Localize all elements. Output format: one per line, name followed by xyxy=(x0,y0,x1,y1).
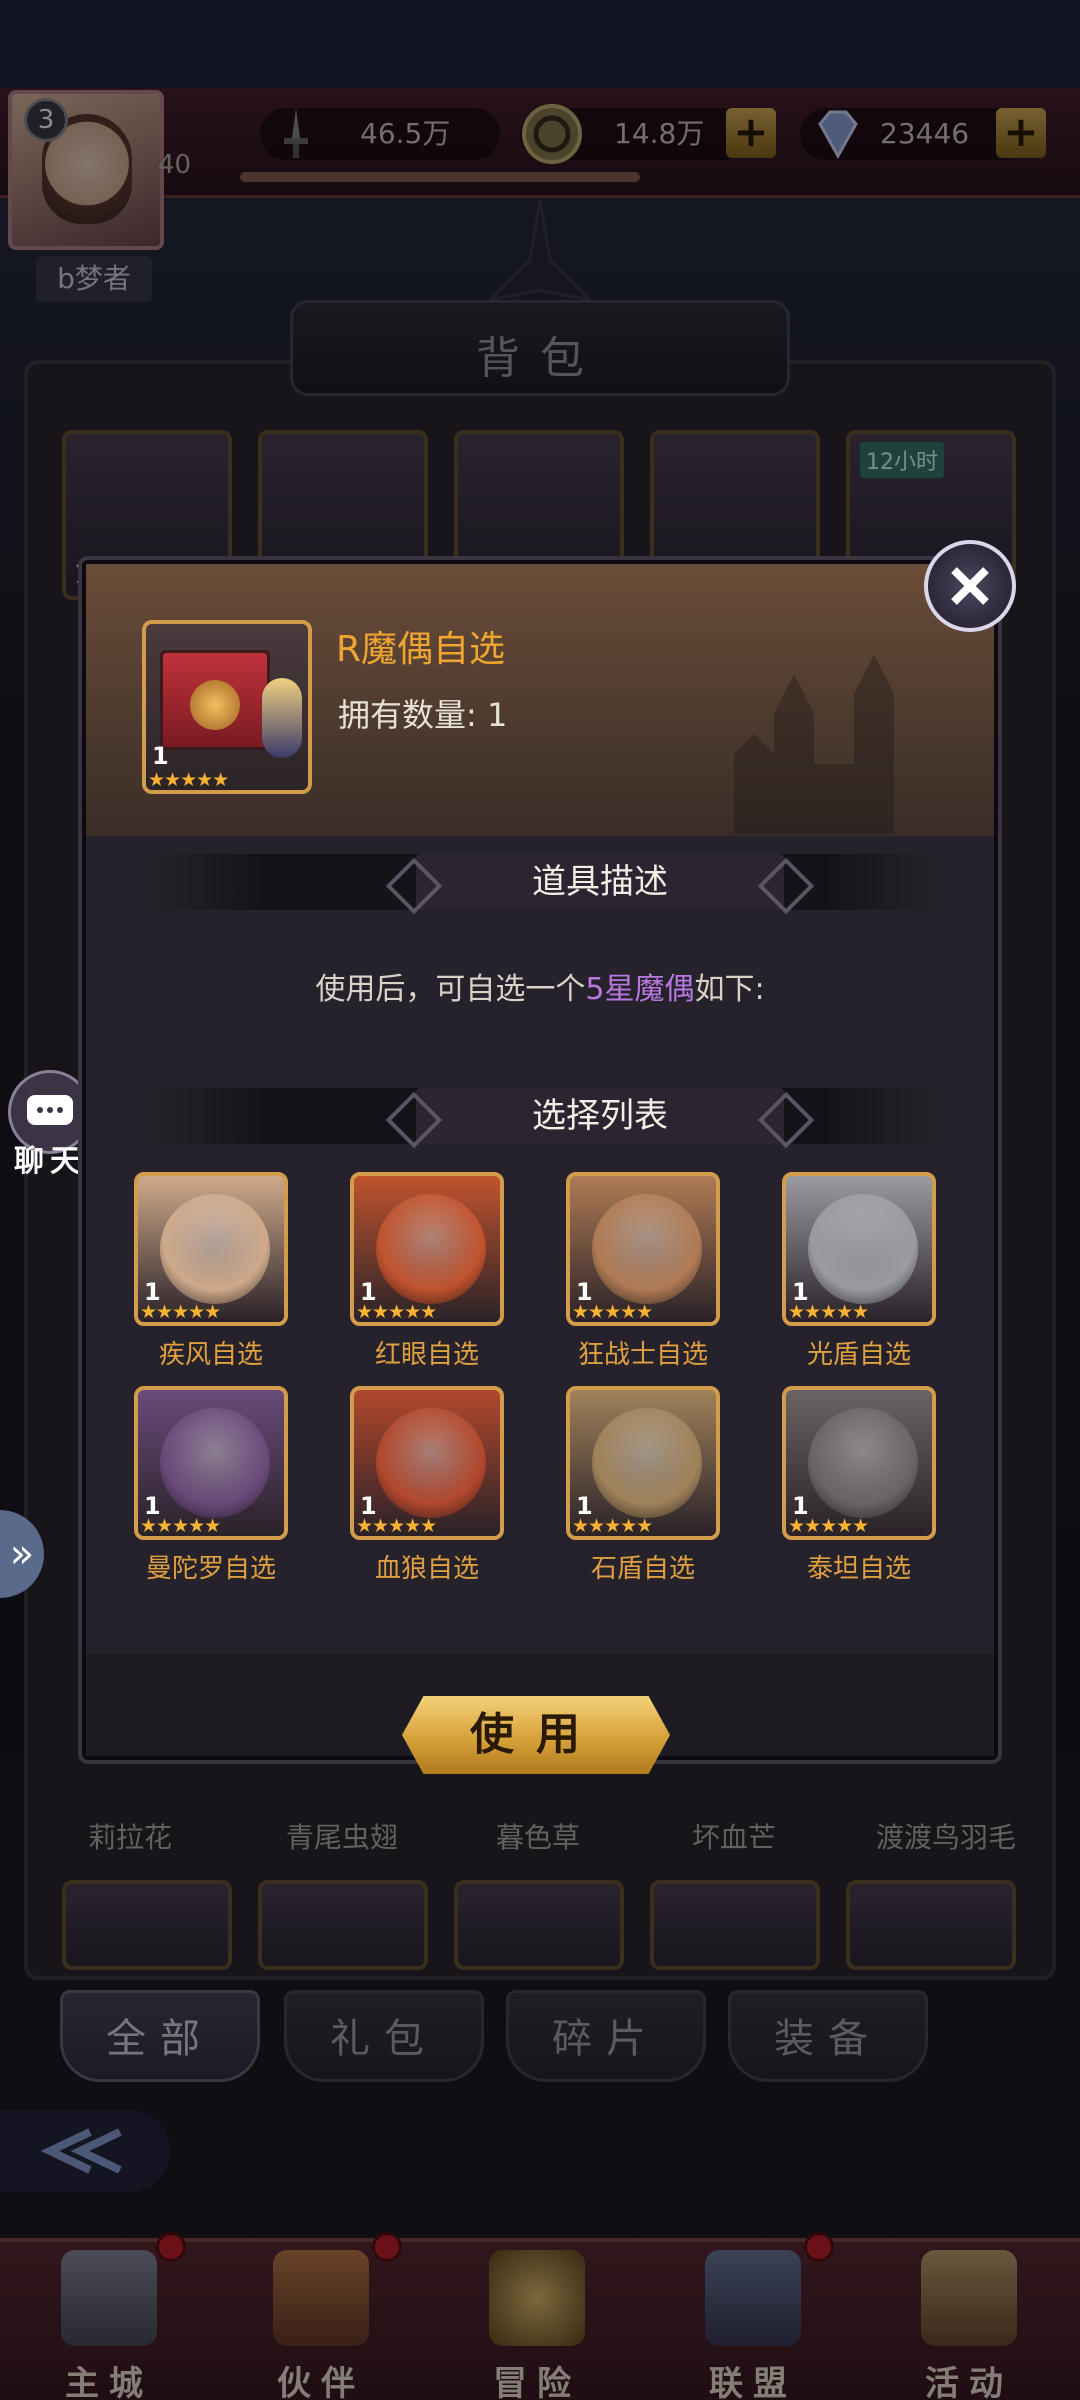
item-icon-frame: 1 ★★★★★ xyxy=(142,620,312,794)
puppet-star-rating: ★★★★★ xyxy=(788,1301,869,1323)
puppet-portrait-frame: 1 ★★★★★ xyxy=(350,1172,504,1326)
puppet-name: 石盾自选 xyxy=(590,1554,695,1584)
puppet-name: 血狼自选 xyxy=(374,1554,479,1584)
puppet-portrait xyxy=(160,1194,270,1304)
puppet-portrait xyxy=(376,1408,486,1518)
puppet-choice[interactable]: 1 ★★★★★ 红眼自选 xyxy=(350,1172,504,1371)
puppet-portrait-frame: 1 ★★★★★ xyxy=(782,1172,936,1326)
puppet-star-rating: ★★★★★ xyxy=(788,1515,869,1537)
puppet-portrait xyxy=(376,1194,486,1304)
puppet-portrait-frame: 1 ★★★★★ xyxy=(134,1386,288,1540)
castle-silhouette-icon xyxy=(734,654,894,834)
puppet-star-rating: ★★★★★ xyxy=(356,1515,437,1537)
section-title-choices: 选择列表 xyxy=(416,1088,784,1144)
doll-figure-icon xyxy=(262,678,302,758)
puppet-name: 泰坦自选 xyxy=(806,1554,911,1584)
puppet-choice[interactable]: 1 ★★★★★ 疾风自选 xyxy=(134,1172,288,1371)
owned-label: 拥有数量: xyxy=(338,696,477,734)
puppet-portrait xyxy=(808,1194,918,1304)
puppet-star-rating: ★★★★★ xyxy=(572,1515,653,1537)
puppet-star-rating: ★★★★★ xyxy=(572,1301,653,1323)
puppet-star-rating: ★★★★★ xyxy=(356,1301,437,1323)
box-emblem-icon xyxy=(190,680,240,730)
puppet-portrait xyxy=(808,1408,918,1518)
item-star-rating: ★★★★★ xyxy=(148,769,229,791)
puppet-name: 狂战士自选 xyxy=(577,1340,708,1370)
description-suffix: 如下: xyxy=(694,972,765,1007)
puppet-portrait-frame: 1 ★★★★★ xyxy=(134,1172,288,1326)
description-highlight: 5星魔偶 xyxy=(585,972,695,1007)
puppet-star-rating: ★★★★★ xyxy=(140,1301,221,1323)
puppet-star-rating: ★★★★★ xyxy=(140,1515,221,1537)
puppet-choice[interactable]: 1 ★★★★★ 泰坦自选 xyxy=(782,1386,936,1585)
puppet-portrait-frame: 1 ★★★★★ xyxy=(566,1386,720,1540)
puppet-choice[interactable]: 1 ★★★★★ 石盾自选 xyxy=(566,1386,720,1585)
puppet-choice[interactable]: 1 ★★★★★ 曼陀罗自选 xyxy=(134,1386,288,1585)
item-name: R魔偶自选 xyxy=(336,629,506,670)
puppet-portrait-frame: 1 ★★★★★ xyxy=(566,1172,720,1326)
description-prefix: 使用后，可自选一个 xyxy=(315,972,586,1007)
owned-count-row: 拥有数量: 1 xyxy=(338,690,507,736)
puppet-portrait-frame: 1 ★★★★★ xyxy=(350,1386,504,1540)
puppet-name: 红眼自选 xyxy=(374,1340,479,1370)
puppet-name: 光盾自选 xyxy=(806,1340,911,1370)
puppet-portrait-frame: 1 ★★★★★ xyxy=(782,1386,936,1540)
puppet-choice[interactable]: 1 ★★★★★ 狂战士自选 xyxy=(566,1172,720,1371)
puppet-portrait xyxy=(592,1194,702,1304)
puppet-name: 曼陀罗自选 xyxy=(145,1554,276,1584)
close-icon xyxy=(951,567,989,605)
close-button[interactable] xyxy=(924,540,1016,632)
owned-count: 1 xyxy=(486,696,508,734)
puppet-name: 疾风自选 xyxy=(158,1340,263,1370)
modal-header: 1 ★★★★★ R魔偶自选 拥有数量: 1 xyxy=(86,564,994,836)
puppet-portrait xyxy=(592,1408,702,1518)
item-detail-modal: 1 ★★★★★ R魔偶自选 拥有数量: 1 道具描述 使用后，可自选一个5星魔偶… xyxy=(82,560,998,1774)
item-stack-count: 1 xyxy=(152,742,169,770)
puppet-choice[interactable]: 1 ★★★★★ 光盾自选 xyxy=(782,1172,936,1371)
section-title-description: 道具描述 xyxy=(416,854,784,910)
item-description: 使用后，可自选一个5星魔偶如下: xyxy=(86,964,994,1008)
use-button[interactable]: 使用 xyxy=(402,1696,670,1774)
puppet-choice[interactable]: 1 ★★★★★ 血狼自选 xyxy=(350,1386,504,1585)
puppet-portrait xyxy=(160,1408,270,1518)
